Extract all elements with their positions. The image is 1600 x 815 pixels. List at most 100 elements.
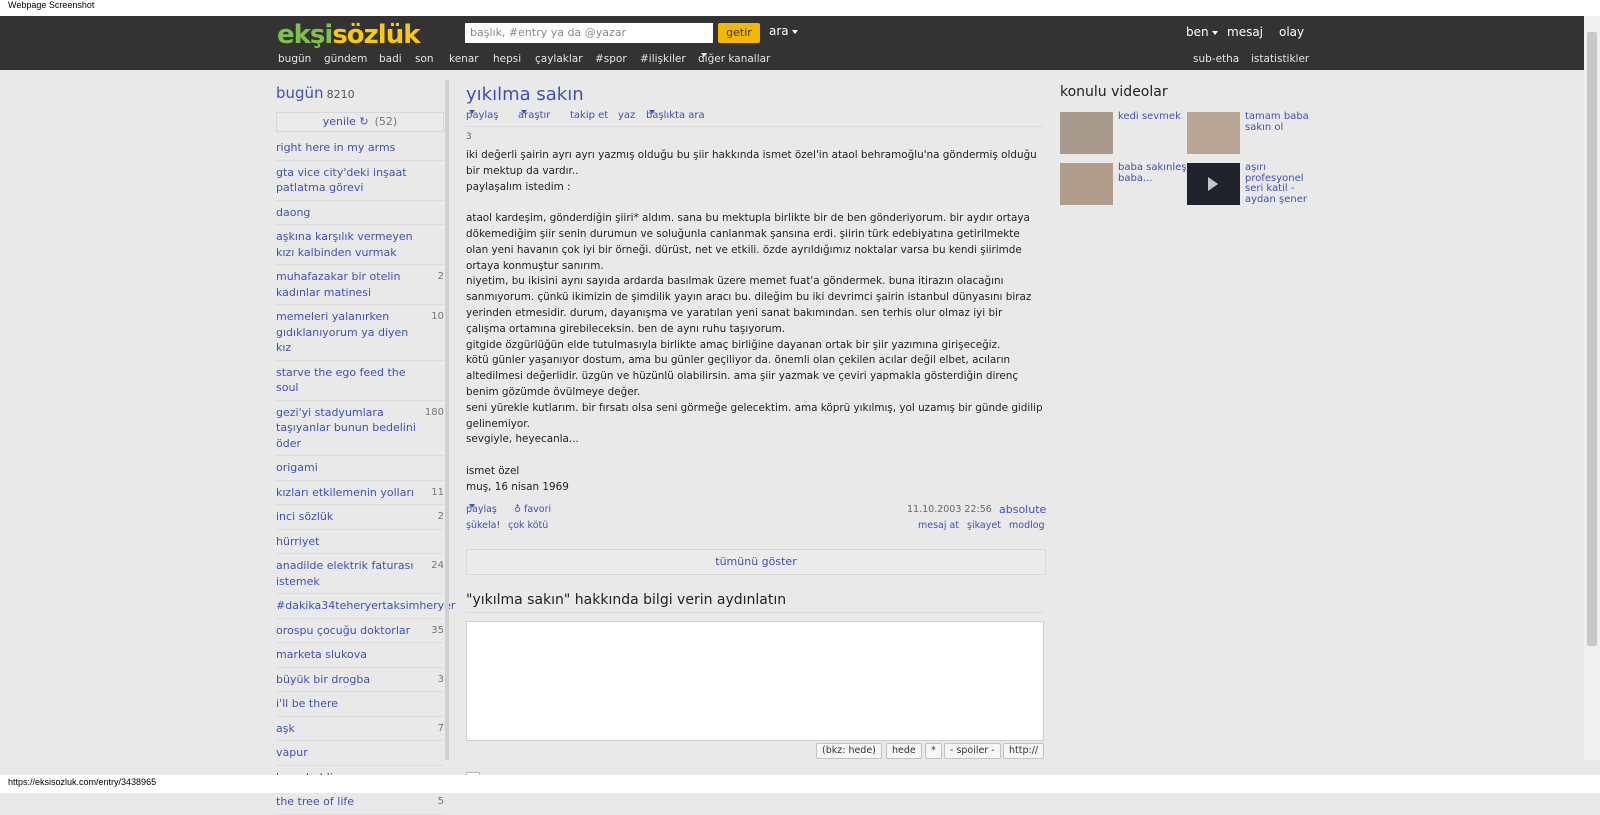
modlog-link[interactable]: modlog <box>1009 520 1045 531</box>
topic-list-item[interactable]: büyük bir drogba 3 <box>276 668 444 692</box>
channel-iliskiler[interactable]: #ilişkiler <box>640 53 686 65</box>
send-message-link[interactable]: mesaj at <box>918 520 959 531</box>
topic-title[interactable]: vapur <box>276 746 308 759</box>
channel-bugun[interactable]: bugün <box>278 53 311 65</box>
channel-hepsi[interactable]: hepsi <box>493 53 521 65</box>
scrollbar-thumb[interactable] <box>1587 32 1597 646</box>
favorite-button[interactable]: ♁ favori <box>514 504 551 515</box>
topic-list-item[interactable]: the tree of life 5 <box>276 790 444 815</box>
page-scrollbar[interactable] <box>1584 16 1600 760</box>
topic-title[interactable]: marketa slukova <box>276 648 367 661</box>
topic-title[interactable]: anadilde elektrik faturası istemek <box>276 559 413 588</box>
topic-list-item[interactable]: i'll be there <box>276 692 444 717</box>
video-item[interactable]: kedi sevmek <box>1060 111 1188 156</box>
user-menu-mesaj[interactable]: mesaj <box>1227 25 1263 39</box>
complaint-link[interactable]: şikayet <box>967 520 1001 531</box>
video-thumbnail[interactable] <box>1187 112 1240 154</box>
topic-list-item[interactable]: origami <box>276 456 444 481</box>
topic-title[interactable]: memeleri yalanırken gıdıklanıyorum ya di… <box>276 310 408 354</box>
video-item[interactable]: tamam baba sakın ol <box>1187 111 1315 156</box>
topic-title[interactable]: kızları etkilemenin yolları <box>276 486 414 499</box>
video-thumbnail[interactable] <box>1060 163 1113 205</box>
topic-title[interactable]: inci sözlük <box>276 510 333 523</box>
topic-title[interactable]: aşkına karşılık vermeyen kızı kalbinden … <box>276 230 413 259</box>
subnav-sub-etha[interactable]: sub-etha <box>1193 53 1239 65</box>
topic-title[interactable]: gta vice city'deki inşaat patlatma görev… <box>276 166 407 195</box>
topic-title[interactable]: #dakika34teheryertaksimheryer <box>276 599 455 612</box>
video-title[interactable]: kedi sevmek <box>1118 111 1188 123</box>
topic-list-item[interactable]: marketa slukova <box>276 643 444 668</box>
topic-title[interactable]: hürriyet <box>276 535 319 548</box>
site-logo[interactable]: ekşisözlük <box>277 20 421 50</box>
topic-title[interactable]: starve the ego feed the soul <box>276 366 406 395</box>
topic-title[interactable]: muhafazakar bir otelin kadınlar matinesi <box>276 270 400 299</box>
topic-list-item[interactable]: inci sözlük 2 <box>276 505 444 530</box>
topic-title[interactable]: i'll be there <box>276 697 338 710</box>
subnav-istatistikler[interactable]: istatistikler <box>1251 53 1309 65</box>
channel-spor[interactable]: #spor <box>595 53 627 65</box>
advanced-search-dropdown[interactable]: ara <box>769 24 798 38</box>
user-menu-olay[interactable]: olay <box>1279 25 1304 39</box>
link-button[interactable]: http:// <box>1003 743 1045 759</box>
topic-list-item[interactable]: orospu çocuğu doktorlar 35 <box>276 619 444 643</box>
sidebar-title[interactable]: bugün 8210 <box>276 84 355 102</box>
topic-list-item[interactable]: right here in my arms <box>276 136 444 161</box>
video-thumbnail[interactable] <box>1060 112 1113 154</box>
video-title[interactable]: aşırı profesyonel seri katil - aydan şen… <box>1245 162 1315 205</box>
channel-kenar[interactable]: kenar <box>449 53 479 65</box>
entry-textarea[interactable] <box>466 621 1044 741</box>
topic-list-item[interactable]: hürriyet <box>276 530 444 554</box>
topic-list-item[interactable]: daong <box>276 201 444 225</box>
topic-list-item[interactable]: anadilde elektrik faturası istemek 24 <box>276 554 444 594</box>
topic-title[interactable]: daong <box>276 206 310 219</box>
topic-list-item[interactable]: gta vice city'deki inşaat patlatma görev… <box>276 161 444 201</box>
topic-list-item[interactable]: vapur <box>276 741 444 766</box>
video-item[interactable]: aşırı profesyonel seri katil - aydan şen… <box>1187 162 1315 207</box>
entry-title[interactable]: yıkılma sakın <box>466 84 584 105</box>
write-link[interactable]: yaz <box>618 110 635 121</box>
asterisk-button[interactable]: * <box>925 743 942 759</box>
video-title[interactable]: baba sakınleş baba... <box>1118 162 1188 184</box>
topic-list-item[interactable]: aşk 7 <box>276 717 444 741</box>
topic-title[interactable]: orospu çocuğu doktorlar <box>276 624 410 637</box>
channel-gundem[interactable]: gündem <box>324 53 367 65</box>
channel-caylaklar[interactable]: çaylaklar <box>535 53 583 65</box>
downvote-button[interactable]: çok kötü <box>508 520 548 531</box>
sidebar-scrollbar[interactable] <box>445 80 449 760</box>
status-bar: https://eksisozluk.com/entry/3438965 <box>0 775 1600 793</box>
spoiler-button[interactable]: - spoiler - <box>944 743 1001 759</box>
entry-paragraph: ataol kardeşim, gönderdiğin şiiri* aldım… <box>466 212 1030 272</box>
topic-title[interactable]: right here in my arms <box>276 141 395 154</box>
topic-list-item[interactable]: memeleri yalanırken gıdıklanıyorum ya di… <box>276 305 444 361</box>
channel-badi[interactable]: badi <box>379 53 402 65</box>
topic-list-item[interactable]: aşkına karşılık vermeyen kızı kalbinden … <box>276 225 444 265</box>
video-thumbnail[interactable] <box>1187 163 1240 205</box>
topic-list-item[interactable]: gezi'yi stadyumlara taşıyanlar bunun bed… <box>276 401 444 456</box>
bkz-button[interactable]: (bkz: hede) <box>816 743 882 759</box>
topic-title[interactable]: origami <box>276 461 318 474</box>
entry-date[interactable]: 11.10.2003 22:56 <box>907 504 992 515</box>
chevron-down-icon <box>1211 30 1218 35</box>
refresh-button[interactable]: yenile ↻ (52) <box>276 112 444 132</box>
chevron-down-icon <box>469 110 475 114</box>
topic-list-item[interactable]: kızları etkilemenin yolları 11 <box>276 481 444 505</box>
topic-title[interactable]: gezi'yi stadyumlara taşıyanlar bunun bed… <box>276 406 416 450</box>
topic-title[interactable]: the tree of life <box>276 795 354 808</box>
topic-list-item[interactable]: muhafazakar bir otelin kadınlar matinesi… <box>276 265 444 305</box>
upvote-button[interactable]: şükela! <box>466 520 500 531</box>
search-submit-button[interactable]: getir <box>718 23 760 43</box>
entry-author[interactable]: absolute <box>999 503 1046 516</box>
hede-button[interactable]: hede <box>886 743 922 759</box>
topic-title[interactable]: aşk <box>276 722 295 735</box>
topic-list-item[interactable]: #dakika34teheryertaksimheryer <box>276 594 455 619</box>
topic-list-item[interactable]: starve the ego feed the soul <box>276 361 444 401</box>
follow-link[interactable]: takip et <box>570 110 608 121</box>
user-menu-ben[interactable]: ben <box>1186 25 1218 39</box>
video-title[interactable]: tamam baba sakın ol <box>1245 111 1315 133</box>
video-item[interactable]: baba sakınleş baba... <box>1060 162 1188 207</box>
show-all-button[interactable]: tümünü göster <box>466 549 1046 575</box>
topic-title[interactable]: büyük bir drogba <box>276 673 370 686</box>
status-url: https://eksisozluk.com/entry/3438965 <box>8 777 157 787</box>
channel-son[interactable]: son <box>415 53 434 65</box>
search-input[interactable]: başlık, #entry ya da @yazar <box>465 23 713 43</box>
